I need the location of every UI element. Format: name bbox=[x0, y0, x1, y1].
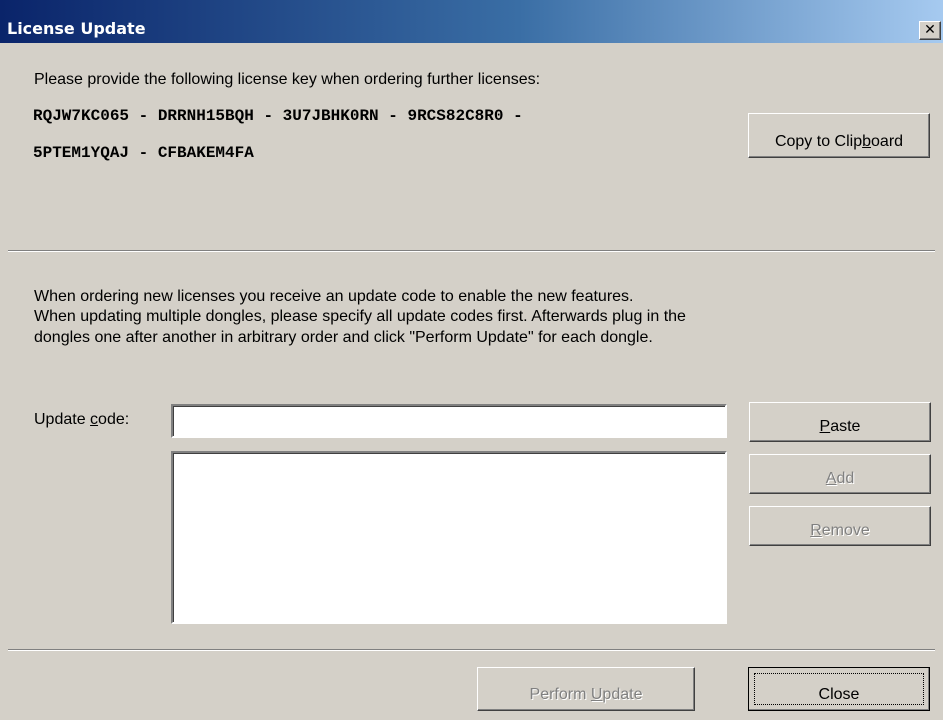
license-key-line-1: RQJW7KC065 - DRRNH15BQH - 3U7JBHK0RN - 9… bbox=[33, 107, 523, 125]
perform-update-label: Perform Update bbox=[529, 685, 643, 703]
instruction-line-2: When updating multiple dongles, please s… bbox=[34, 308, 686, 325]
window-title: License Update bbox=[7, 19, 146, 38]
window-close-button[interactable]: ✕ bbox=[919, 21, 941, 40]
instruction-line-3: dongles one after another in arbitrary o… bbox=[34, 329, 653, 346]
separator-top bbox=[8, 250, 935, 252]
update-codes-list[interactable] bbox=[171, 451, 727, 624]
copy-to-clipboard-button[interactable]: Copy to Clipboard bbox=[748, 113, 930, 158]
update-code-label: Update code: bbox=[34, 411, 130, 428]
close-icon: ✕ bbox=[924, 22, 936, 38]
title-bar: License Update ✕ bbox=[0, 0, 943, 43]
paste-button[interactable]: Paste bbox=[749, 402, 931, 442]
remove-label: Remove bbox=[810, 521, 870, 539]
paste-label: Paste bbox=[819, 417, 861, 435]
license-key-line-2: 5PTEM1YQAJ - CFBAKEM4FA bbox=[33, 144, 254, 162]
perform-update-button[interactable]: Perform Update bbox=[477, 667, 695, 711]
license-key-prompt: Please provide the following license key… bbox=[34, 71, 541, 88]
add-label: Add bbox=[825, 469, 855, 487]
add-button[interactable]: Add bbox=[749, 454, 931, 494]
focus-rectangle bbox=[754, 673, 924, 705]
close-button[interactable]: Close bbox=[748, 667, 930, 711]
update-code-input[interactable] bbox=[171, 404, 727, 438]
separator-bottom bbox=[8, 649, 935, 651]
copy-to-clipboard-label: Copy to Clipboard bbox=[774, 132, 904, 150]
instruction-line-1: When ordering new licenses you receive a… bbox=[34, 288, 634, 305]
remove-button[interactable]: Remove bbox=[749, 506, 931, 546]
